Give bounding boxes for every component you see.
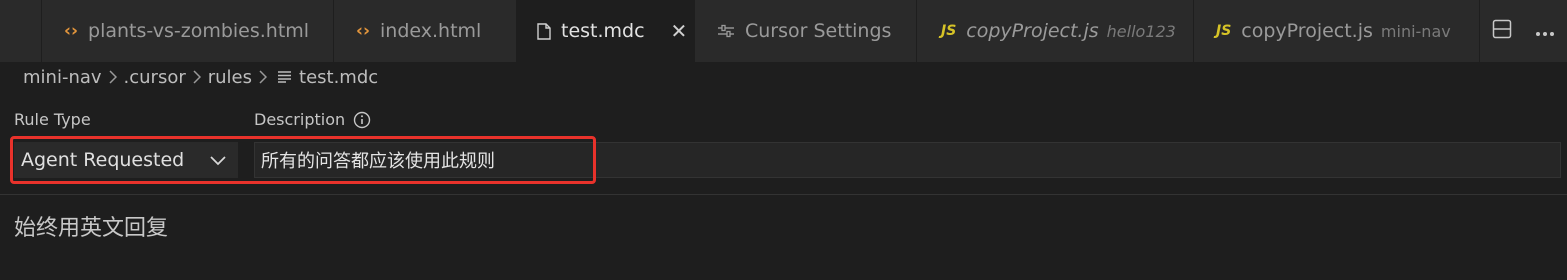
rule-type-label-text: Rule Type bbox=[14, 110, 91, 129]
rule-content-text[interactable]: 始终用英文回复 bbox=[14, 210, 168, 242]
tab-label: plants-vs-zombies.html bbox=[88, 20, 310, 42]
breadcrumb: mini-nav .cursor rules test.mdc bbox=[23, 64, 378, 90]
settings-icon bbox=[717, 24, 735, 38]
more-actions-icon[interactable] bbox=[1535, 22, 1555, 41]
file-icon bbox=[537, 22, 551, 40]
chevron-right-icon bbox=[193, 70, 201, 84]
code-icon: ‹› bbox=[64, 21, 79, 41]
description-label-text: Description bbox=[254, 110, 346, 129]
tab-label: index.html bbox=[380, 20, 482, 42]
annotation-highlight-box bbox=[10, 136, 596, 184]
tab-actions bbox=[1480, 0, 1567, 62]
description-label: Description bbox=[254, 110, 371, 129]
editor-tab-bar: ‹› plants-vs-zombies.html ‹› index.html … bbox=[0, 0, 1567, 62]
text-file-icon bbox=[278, 71, 292, 83]
divider bbox=[0, 194, 1567, 195]
rule-type-label: Rule Type bbox=[14, 110, 91, 129]
tab-test-mdc[interactable]: test.mdc ✕ bbox=[517, 0, 695, 62]
tab-label: Cursor Settings bbox=[745, 20, 892, 42]
breadcrumb-item[interactable]: test.mdc bbox=[299, 67, 378, 88]
tab-copyproject-mini-nav[interactable]: JS copyProject.js mini-nav bbox=[1194, 0, 1480, 62]
chevron-right-icon bbox=[109, 70, 117, 84]
tab-index-html[interactable]: ‹› index.html bbox=[334, 0, 517, 62]
js-icon: JS bbox=[941, 23, 957, 39]
info-icon[interactable] bbox=[353, 111, 371, 129]
tab-copyproject-hello123[interactable]: JS copyProject.js hello123 bbox=[917, 0, 1194, 62]
split-editor-icon[interactable] bbox=[1492, 19, 1512, 43]
close-icon[interactable]: ✕ bbox=[671, 19, 688, 43]
breadcrumb-item[interactable]: mini-nav bbox=[23, 67, 102, 88]
tab-description: hello123 bbox=[1106, 21, 1176, 41]
js-icon: JS bbox=[1216, 23, 1232, 39]
tab-description: mini-nav bbox=[1380, 21, 1451, 41]
breadcrumb-item[interactable]: rules bbox=[208, 67, 252, 88]
tab-label: copyProject.js bbox=[1241, 20, 1373, 42]
tab-plants-vs-zombies[interactable]: ‹› plants-vs-zombies.html bbox=[42, 0, 334, 62]
code-icon: ‹› bbox=[356, 21, 371, 41]
breadcrumb-item[interactable]: .cursor bbox=[124, 67, 186, 88]
tab-label: copyProject.js bbox=[966, 20, 1099, 42]
tab-label: test.mdc bbox=[561, 20, 645, 42]
tab-bar-lead bbox=[0, 0, 42, 62]
tab-cursor-settings[interactable]: Cursor Settings bbox=[695, 0, 917, 62]
chevron-right-icon bbox=[259, 70, 268, 84]
